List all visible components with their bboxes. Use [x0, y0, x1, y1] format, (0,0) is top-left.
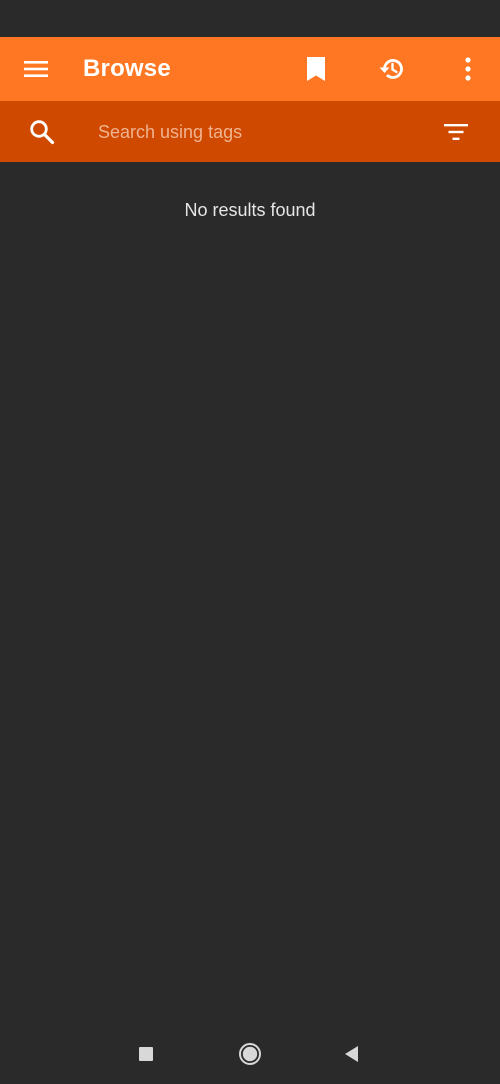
app-bar: Browse: [0, 37, 500, 101]
more-vert-icon: [465, 57, 471, 81]
bookmarks-button[interactable]: [292, 45, 340, 93]
back-button[interactable]: [332, 1034, 372, 1074]
recent-apps-button[interactable]: [126, 1034, 166, 1074]
history-icon: [379, 59, 403, 79]
filter-button[interactable]: [432, 108, 480, 156]
home-button[interactable]: [230, 1034, 270, 1074]
system-navigation-bar: [0, 1024, 500, 1084]
more-options-button[interactable]: [444, 45, 492, 93]
filter-icon: [444, 124, 468, 140]
search-icon: [30, 120, 55, 145]
bookmark-icon: [307, 57, 325, 81]
search-bar: [0, 101, 500, 162]
page-title: Browse: [83, 55, 171, 82]
empty-results-message: No results found: [184, 200, 316, 220]
home-icon: [239, 1043, 261, 1065]
history-button[interactable]: [368, 45, 416, 93]
menu-button[interactable]: [12, 45, 60, 93]
recent-apps-icon: [139, 1047, 153, 1061]
menu-icon: [24, 61, 48, 77]
status-bar: [0, 0, 500, 37]
back-icon: [345, 1046, 358, 1062]
browse-screen: Browse Search using tags No results foun…: [0, 0, 500, 1084]
search-button[interactable]: [18, 108, 66, 156]
search-input[interactable]: [98, 115, 398, 149]
